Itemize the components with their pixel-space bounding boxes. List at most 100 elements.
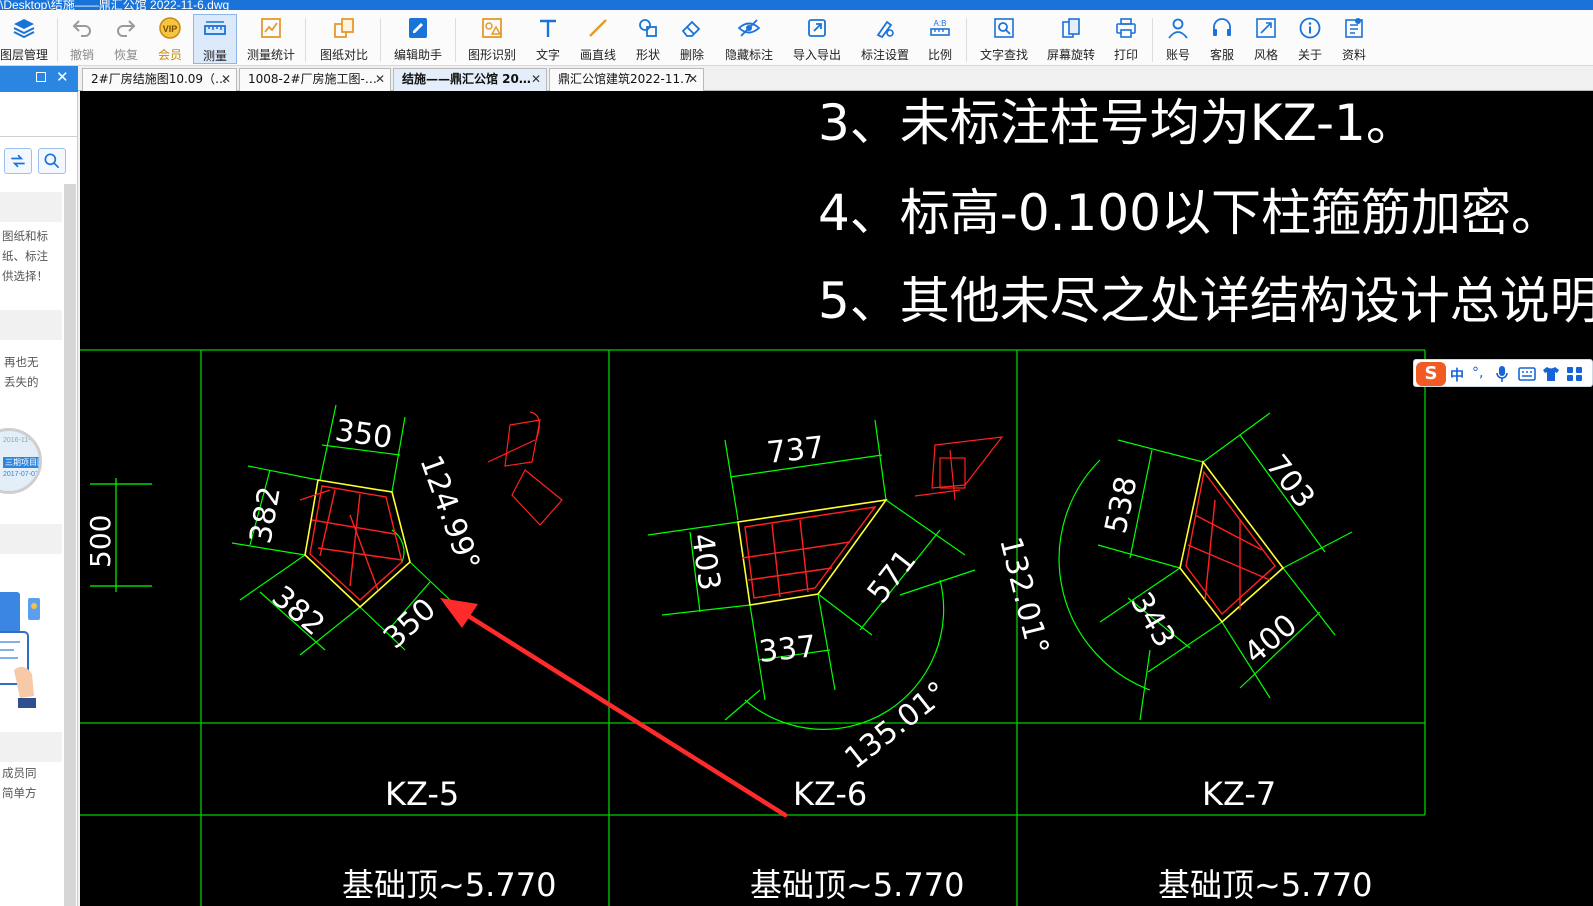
layer-manager-button[interactable]: 图层管理 xyxy=(0,14,48,64)
red-annotation-arrow xyxy=(440,598,788,818)
close-icon[interactable]: ✕ xyxy=(56,68,69,86)
panel-card xyxy=(0,192,62,222)
vip-icon: VIP xyxy=(159,17,181,39)
about-button[interactable]: 关于 xyxy=(1292,14,1328,64)
text-button[interactable]: 文字 xyxy=(530,14,566,64)
rotate-screen-icon xyxy=(1062,18,1080,38)
print-button[interactable]: 打印 xyxy=(1108,14,1144,64)
dimension-text: 703 xyxy=(1259,448,1322,515)
sync-button[interactable] xyxy=(4,148,32,174)
scale-button[interactable]: A:B 比例 xyxy=(922,14,958,64)
ime-mode-toggle[interactable]: 中 xyxy=(1450,365,1464,385)
drawing-canvas[interactable]: 3、未标注柱号均为KZ-1。 4、标高-0.100以下柱箍筋加密。 5、其他未尽… xyxy=(80,91,1593,906)
kz7-section xyxy=(1058,412,1353,721)
toolbar-label: 图纸对比 xyxy=(319,48,368,62)
hide-annotation-button[interactable]: 隐藏标注 xyxy=(720,14,778,64)
annotation-settings-icon xyxy=(876,20,894,39)
toolbar-label: 打印 xyxy=(1113,48,1138,62)
cad-drawing[interactable]: 3、未标注柱号均为KZ-1。 4、标高-0.100以下柱箍筋加密。 5、其他未尽… xyxy=(80,91,1593,906)
tab-label: 1008-2#厂房施工图-… xyxy=(248,72,377,86)
column-label-kz5: KZ-5 xyxy=(385,775,459,813)
tab-document-1[interactable]: 2#厂房结施图10.09（… ✕ xyxy=(82,68,237,91)
microphone-icon[interactable] xyxy=(1494,365,1510,383)
project-thumbnail[interactable]: 2016-11- 三期项目图 2017-07-07 xyxy=(0,428,42,494)
shape-button[interactable]: 形状 xyxy=(630,14,666,64)
import-export-button[interactable]: 导入导出 xyxy=(788,14,846,64)
thumbnail-date: 2016-11- xyxy=(3,437,31,444)
keyboard-icon[interactable] xyxy=(1518,366,1536,382)
panel-text-line: 供选择！ xyxy=(2,269,48,283)
punctuation-icon[interactable]: °, xyxy=(1472,365,1483,381)
close-tab-icon[interactable]: ✕ xyxy=(688,69,698,90)
info-icon xyxy=(1299,17,1321,39)
restore-icon[interactable] xyxy=(36,72,46,82)
scale-icon: A:B xyxy=(930,19,950,36)
account-button[interactable]: 账号 xyxy=(1160,14,1196,64)
dimension-text: 337 xyxy=(757,629,818,670)
eraser-icon xyxy=(681,20,701,37)
undo-button[interactable]: 撤销 xyxy=(64,14,100,64)
measure-stats-icon xyxy=(261,18,281,38)
library-button[interactable]: 资料 xyxy=(1336,14,1372,64)
annotation-settings-button[interactable]: 标注设置 xyxy=(856,14,914,64)
toolbar-label: 导入导出 xyxy=(792,48,841,62)
dimension-text: 571 xyxy=(861,543,924,610)
close-tab-icon[interactable]: ✕ xyxy=(375,69,385,90)
toolbar-separator xyxy=(966,18,967,62)
toolbar-label: 图形识别 xyxy=(467,48,516,62)
style-icon xyxy=(1256,18,1276,38)
toolbar-label: 撤销 xyxy=(69,48,94,62)
panel-text: 成员同 简单方 xyxy=(2,763,37,803)
text-search-button[interactable]: 文字查找 xyxy=(976,14,1032,64)
style-button[interactable]: 风格 xyxy=(1248,14,1284,64)
panel-divider xyxy=(0,136,78,137)
delete-button[interactable]: 删除 xyxy=(674,14,710,64)
panel-text-line: 再也无 xyxy=(4,355,39,369)
toolbox-grid-icon[interactable] xyxy=(1566,366,1584,382)
tab-document-2[interactable]: 1008-2#厂房施工图-… ✕ xyxy=(239,68,391,91)
tab-document-4[interactable]: 鼎汇公馆建筑2022-11.7 ✕ xyxy=(549,68,704,91)
window-title-bar: \Desktop\结施——鼎汇公馆 2022-11-6.dwg xyxy=(0,0,1593,10)
panel-scrollbar[interactable] xyxy=(64,184,76,906)
draw-line-button[interactable]: 画直线 xyxy=(576,14,620,64)
headset-icon xyxy=(1213,18,1231,36)
measure-stats-button[interactable]: 测量统计 xyxy=(244,14,298,64)
text-search-icon xyxy=(994,18,1014,38)
angle-dimension-text: 124.99° xyxy=(412,451,486,576)
edit-assistant-button[interactable]: 编辑助手 xyxy=(390,14,446,64)
panel-text-line: 简单方 xyxy=(2,786,37,800)
vip-button[interactable]: VIP 会员 xyxy=(152,14,188,64)
panel-card xyxy=(0,524,62,554)
toolbar-label: 测量 xyxy=(202,49,227,63)
skin-shirt-icon[interactable] xyxy=(1542,366,1560,382)
dimension-text: 350 xyxy=(333,413,395,456)
sogou-logo-icon[interactable]: S xyxy=(1416,362,1446,386)
shape-recognize-button[interactable]: 图形识别 xyxy=(463,14,521,64)
close-tab-icon[interactable]: ✕ xyxy=(221,69,231,90)
search-button[interactable] xyxy=(38,148,66,174)
panel-text-line: 丢失的 xyxy=(4,375,39,389)
toolbar-label: 风格 xyxy=(1253,48,1278,62)
toolbar-separator xyxy=(380,18,381,62)
rotate-screen-button[interactable]: 屏幕旋转 xyxy=(1042,14,1100,64)
toolbar-label: 标注设置 xyxy=(860,48,909,62)
ime-toolbar[interactable]: S 中 °, xyxy=(1413,359,1593,387)
panel-text-line: 纸、标注 xyxy=(2,249,48,263)
tab-document-3[interactable]: 结施——鼎汇公馆 20… ✕ xyxy=(393,68,547,91)
toolbar-label: 图层管理 xyxy=(0,48,49,62)
tab-label: 鼎汇公馆建筑2022-11.7 xyxy=(558,72,692,86)
panel-text-line: 图纸和标 xyxy=(2,229,48,243)
svg-text:A:B: A:B xyxy=(934,19,947,28)
close-tab-icon[interactable]: ✕ xyxy=(531,69,541,90)
panel-header: ✕ xyxy=(0,66,78,92)
compare-button[interactable]: 图纸对比 xyxy=(316,14,372,64)
toolbar-label: 画直线 xyxy=(579,48,616,62)
customer-service-button[interactable]: 客服 xyxy=(1204,14,1240,64)
redo-button[interactable]: 恢复 xyxy=(108,14,144,64)
toolbar-label: 比例 xyxy=(927,48,952,62)
user-icon xyxy=(1168,18,1188,39)
toolbar-label: 关于 xyxy=(1297,48,1322,62)
dimension-text: 538 xyxy=(1099,473,1145,536)
measure-button[interactable]: 测量 xyxy=(193,14,237,64)
panel-card xyxy=(0,732,62,762)
